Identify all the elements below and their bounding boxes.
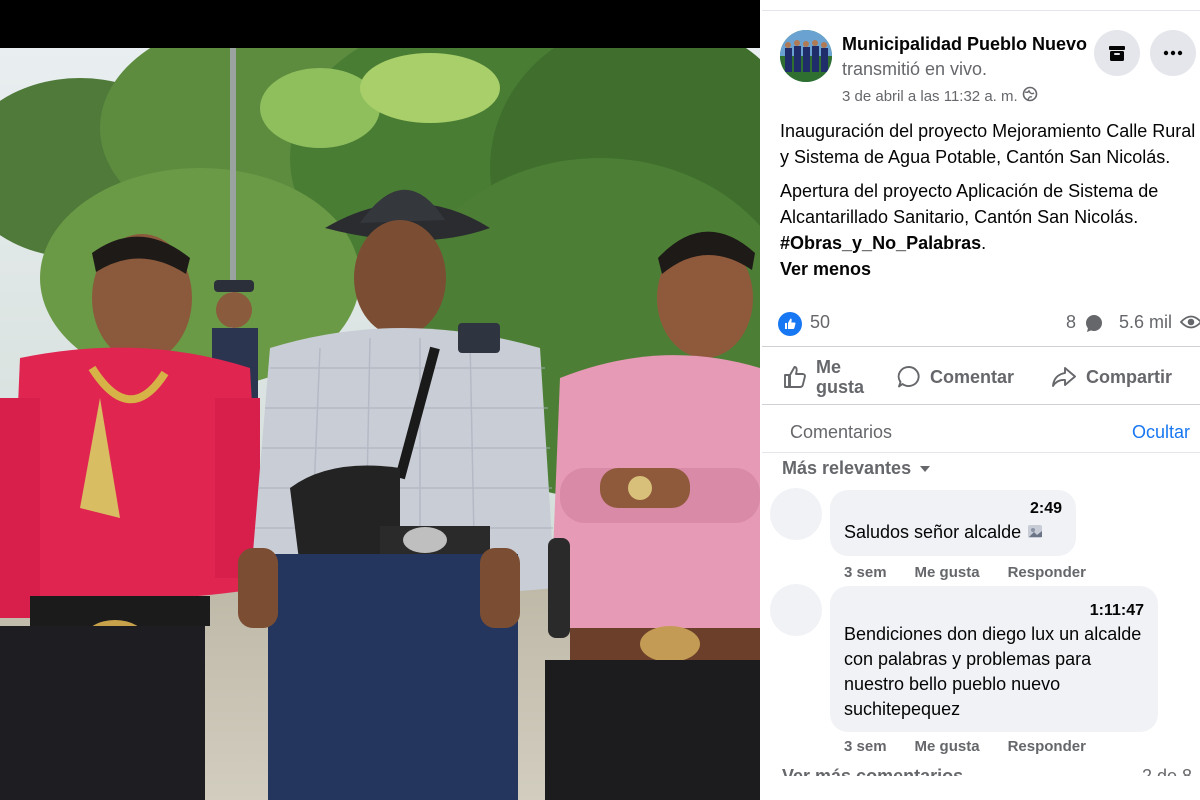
comment-reply-button[interactable]: Responder [1008,564,1086,581]
comment-reply-button[interactable]: Responder [1008,738,1086,755]
bottom-crop [762,776,1200,800]
comment-button[interactable]: Comentar [896,352,1014,402]
comment-time[interactable]: 3 sem [844,738,887,755]
commenter-avatar[interactable] [770,584,822,636]
comment-icon [897,366,920,388]
comment-bubble-icon [1084,313,1104,338]
eye-icon [1179,314,1200,335]
comment-like-button[interactable]: Me gusta [915,564,980,581]
hide-comments-link[interactable]: Ocultar [1132,422,1190,443]
comment-text: Bendiciones don diego lux un alcalde con… [844,624,1142,719]
like-reaction-icon[interactable] [778,312,802,336]
ellipsis-icon [1163,50,1183,56]
video-frame[interactable] [0,48,760,800]
view-count: 5.6 mil [1119,312,1173,332]
post-paragraph-2-text: Apertura del proyecto Aplicación de Sist… [780,181,1159,227]
comments-divider [762,452,1200,453]
post-paragraph-2: Apertura del proyecto Aplicación de Sist… [780,178,1198,282]
post-panel: Municipalidad Pueblo Nuevo transmitió en… [762,0,1200,800]
live-indicator-text: transmitió en vivo. [842,59,988,79]
comment-sort-dropdown[interactable]: Más relevantes [782,458,931,479]
comment-count[interactable]: 8 [1066,312,1076,333]
comment-actions: 3 sem Me gusta Responder [844,738,1114,755]
page-name-link[interactable]: Municipalidad Pueblo Nuevo [842,34,1087,54]
caret-down-icon [920,465,931,472]
share-button[interactable]: Compartir [1050,352,1172,402]
post-header: Municipalidad Pueblo Nuevo transmitió en… [780,28,1200,108]
save-video-button[interactable] [1094,30,1140,76]
reaction-count[interactable]: 50 [810,312,830,333]
post-timestamp[interactable]: 3 de abril a las 11:32 a. m. [842,88,1018,105]
comment-text: Saludos señor alcalde [844,520,1062,545]
comments-section-title: Comentarios [790,422,893,442]
sticker-icon [1026,522,1044,542]
see-less-link[interactable]: Ver menos [780,256,1198,282]
share-label: Compartir [1086,366,1173,387]
video-letterbox-top [0,0,760,48]
comment-label: Comentar [930,366,1015,387]
sort-label: Más relevantes [782,458,912,478]
comment-text-content: Saludos señor alcalde [844,522,1022,542]
video-still-image [0,48,760,800]
post-author-line: Municipalidad Pueblo Nuevo transmitió en… [842,32,1092,82]
like-label: Me gusta [816,357,865,397]
post-description: Inauguración del proyecto Mejoramiento C… [780,118,1198,290]
comment-like-button[interactable]: Me gusta [915,738,980,755]
globe-icon [1022,86,1038,106]
share-icon [1052,367,1076,387]
actions-divider-bottom [762,404,1200,405]
comment-time[interactable]: 3 sem [844,564,887,581]
comment-author[interactable]: 2:49 [844,500,1062,520]
comment-author[interactable]: 1:11:47 [844,602,1144,622]
archive-icon [1109,46,1125,61]
video-player[interactable] [0,0,760,800]
comment-bubble: 2:49 Saludos señor alcalde [830,490,1076,556]
comment-actions: 3 sem Me gusta Responder [844,564,1114,581]
like-button[interactable]: Me gusta [782,352,876,402]
post-paragraph-1: Inauguración del proyecto Mejoramiento C… [780,121,1196,167]
hashtag-suffix: . [981,233,987,253]
panel-top-divider [762,10,1200,11]
commenter-avatar[interactable] [770,488,822,540]
more-options-button[interactable] [1150,30,1196,76]
post-actions: Me gusta Comentar Compartir [762,352,1200,402]
thumbs-up-icon [784,366,806,388]
reactions-summary: 50 8 5.6 mil [778,310,1200,338]
actions-divider-top [762,346,1200,347]
hashtag-link[interactable]: #Obras_y_No_Palabras [780,233,981,253]
comment-bubble: 1:11:47 Bendiciones don diego lux un alc… [830,586,1158,732]
page-avatar[interactable] [780,30,832,82]
post-meta: 3 de abril a las 11:32 a. m. [842,86,1038,106]
